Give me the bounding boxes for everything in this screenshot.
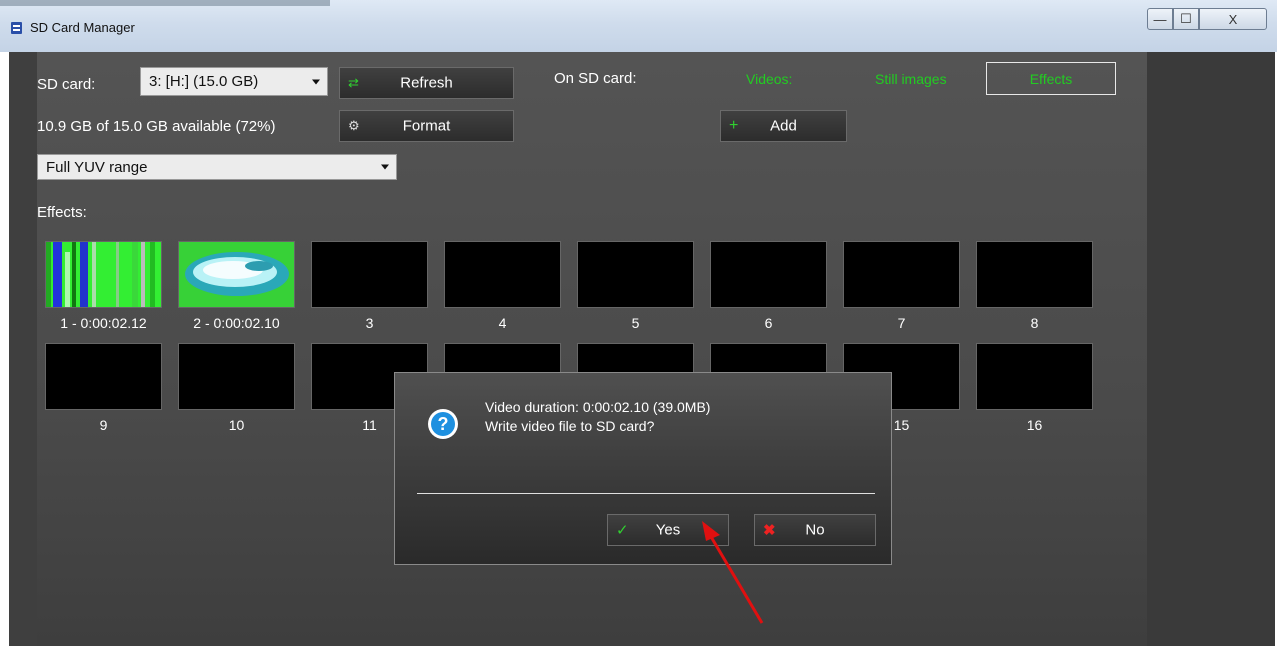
effect-thumbnail-8[interactable] — [976, 241, 1093, 308]
sd-card-select[interactable]: 3: [H:] (15.0 GB) — [140, 67, 328, 96]
format-button[interactable]: ⚙ Format — [339, 110, 514, 142]
effect-label-10: 10 — [228, 417, 245, 433]
effect-thumbnail-5[interactable] — [577, 241, 694, 308]
dialog-message-question: Write video file to SD card? — [485, 418, 655, 434]
effect-thumbnail-2[interactable] — [178, 241, 295, 308]
effect-label-1: 1 - 0:00:02.12 — [60, 315, 147, 331]
tab-still-images[interactable]: Still images — [875, 71, 947, 87]
confirm-dialog: ? Video duration: 0:00:02.10 (39.0MB) Wr… — [394, 372, 892, 565]
effect-thumbnail-7[interactable] — [843, 241, 960, 308]
effect-label-8: 8 — [1030, 315, 1039, 331]
available-space-text: 10.9 GB of 15.0 GB available (72%) — [37, 118, 276, 135]
effects-heading: Effects: — [37, 204, 87, 221]
effect-thumbnail-16[interactable] — [976, 343, 1093, 410]
sd-card-label: SD card: — [37, 76, 96, 93]
refresh-button[interactable]: ⇄ Refresh — [339, 67, 514, 99]
minimize-icon: — — [1153, 11, 1167, 27]
effect-label-4: 4 — [498, 315, 507, 331]
chevron-down-icon — [312, 79, 320, 84]
add-label: Add — [770, 117, 797, 135]
close-button[interactable]: X — [1199, 8, 1267, 30]
maximize-icon: ☐ — [1180, 11, 1192, 26]
effect-label-2: 2 - 0:00:02.10 — [193, 315, 280, 331]
minimize-button[interactable]: — — [1147, 8, 1173, 30]
effect-label-3: 3 — [365, 315, 374, 331]
effect-thumbnail-4[interactable] — [444, 241, 561, 308]
yuv-range-value: Full YUV range — [46, 158, 148, 176]
effect-thumbnail-1[interactable] — [45, 241, 162, 308]
sd-card-value: 3: [H:] (15.0 GB) — [149, 73, 259, 90]
effect-2-preview — [179, 242, 294, 307]
effect-thumbnail-3[interactable] — [311, 241, 428, 308]
close-icon: X — [1228, 11, 1238, 27]
effect-thumbnail-6[interactable] — [710, 241, 827, 308]
format-label: Format — [402, 117, 451, 135]
add-button[interactable]: + Add — [720, 110, 847, 142]
yuv-range-select[interactable]: Full YUV range — [37, 154, 397, 180]
background-strip — [0, 0, 330, 6]
refresh-label: Refresh — [400, 74, 453, 92]
app-icon — [11, 22, 22, 34]
effect-label-16: 16 — [1026, 417, 1043, 433]
title-bar: SD Card Manager — ☐ X — [0, 0, 1277, 52]
maximize-button[interactable]: ☐ — [1173, 8, 1199, 30]
tab-effects-label: Effects — [1029, 70, 1073, 87]
dialog-divider — [417, 493, 875, 494]
dialog-message-duration: Video duration: 0:00:02.10 (39.0MB) — [485, 399, 711, 415]
effect-label-9: 9 — [99, 417, 108, 433]
effect-label-6: 6 — [764, 315, 773, 331]
question-icon: ? — [428, 409, 458, 439]
effect-1-preview — [46, 242, 161, 307]
chevron-down-icon — [381, 164, 389, 170]
effect-label-7: 7 — [897, 315, 906, 331]
on-sd-card-label: On SD card: — [554, 70, 637, 87]
effect-thumbnail-10[interactable] — [178, 343, 295, 410]
effect-label-5: 5 — [631, 315, 640, 331]
tab-effects[interactable]: Effects — [986, 62, 1116, 95]
tab-videos[interactable]: Videos: — [746, 71, 792, 87]
annotation-arrow — [702, 521, 764, 624]
panel-right-area — [1147, 52, 1275, 646]
effect-thumbnail-9[interactable] — [45, 343, 162, 410]
window-title: SD Card Manager — [30, 20, 135, 35]
